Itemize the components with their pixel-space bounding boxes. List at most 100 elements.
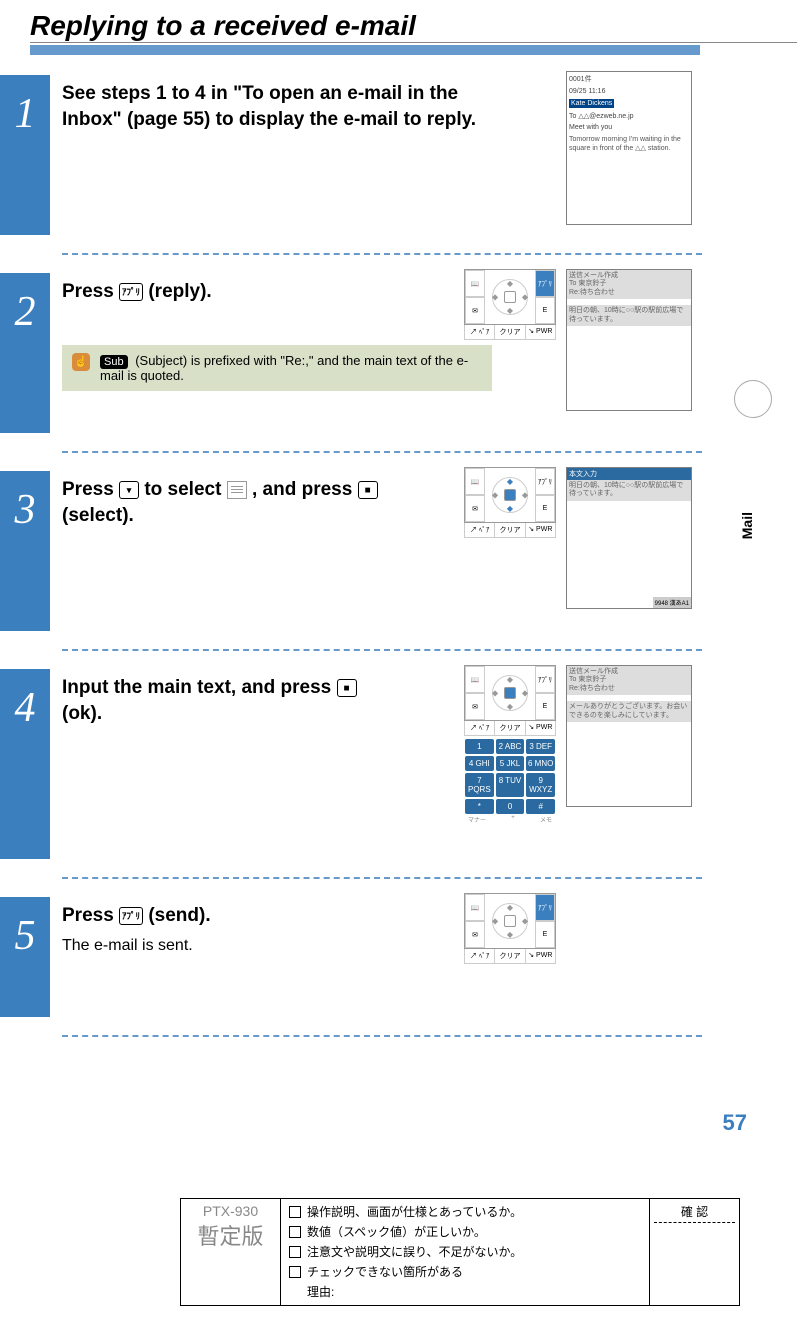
mail-icon: ✉	[465, 297, 485, 324]
side-tab: Mail	[737, 500, 757, 551]
ss3-status: 9948 漢あA1	[653, 597, 691, 608]
step-4: 4 Input the main text, and press (ok). 📖…	[0, 669, 797, 859]
ss2-subject: Re:待ち合わせ	[569, 289, 689, 297]
footer-box: PTX-930 暫定版 操作説明、画面が仕様とあっているか。 数値（スペック値）…	[180, 1198, 740, 1306]
mail-icon: ✉	[465, 921, 485, 948]
dpad-icon: ◆◆ ◆◆	[492, 477, 528, 513]
key-8: 8 TUV	[495, 772, 526, 798]
step-4-post: (ok).	[62, 703, 102, 724]
book-icon: 📖	[465, 894, 485, 921]
page-title: Replying to a received e-mail	[30, 10, 797, 43]
pair-key: ↗ ﾍﾟｱ	[465, 949, 495, 963]
dpad-icon: ◆◆ ◆◆	[492, 279, 528, 315]
ss1-body: Tomorrow morning I'm waiting in the squa…	[567, 133, 691, 155]
step-2-pre: Press	[62, 281, 119, 302]
ss4-subject: Re:待ち合わせ	[569, 685, 689, 693]
ss4-to: To 東京鈴子	[569, 676, 689, 684]
ss3-body: 明日の朝、10時に○○駅の駅前広場で待っています。	[567, 480, 691, 501]
note-text: (Subject) is prefixed with "Re:," and th…	[100, 353, 468, 383]
step-5: 5 Press ｱﾌﾟﾘ (send). The e-mail is sent.…	[0, 897, 797, 1017]
footer-check-1: 操作説明、画面が仕様とあっているか。	[289, 1203, 641, 1221]
step-number: 1	[0, 75, 50, 235]
footer-model: PTX-930	[185, 1203, 276, 1219]
step-2-text: Press ｱﾌﾟﾘ (reply).	[62, 279, 492, 305]
key-hash: #	[525, 798, 556, 815]
pwr-key: ↘ PWR	[526, 523, 555, 537]
step-3-post: (select).	[62, 505, 134, 526]
ss1-from: Kate Dickens	[569, 99, 614, 108]
app-key-highlight: ｱﾌﾟﾘ	[535, 270, 555, 297]
ss1-header1: 0001件	[567, 72, 691, 86]
key-4: 4 GHI	[464, 755, 495, 772]
clear-key: クリア	[495, 949, 525, 963]
e-key: E	[535, 921, 555, 948]
numpad: 1 2 ABC 3 DEF 4 GHI 5 JKL 6 MNO 7 PQRS 8…	[464, 738, 556, 824]
key-3: 3 DEF	[525, 738, 556, 755]
footer-check-2: 数値（スペック値）が正しいか。	[289, 1223, 641, 1241]
step-3-mid1: to select	[144, 479, 226, 500]
screenshot-2: 送信メール作成 To 東京鈴子 Re:待ち合わせ 明日の朝、10時に○○駅の駅前…	[566, 269, 692, 411]
footer-check-3: 注意文や説明文に誤り、不足がないか。	[289, 1243, 641, 1261]
key-9: 9 WXYZ	[525, 772, 556, 798]
app-key-icon: ｱﾌﾟﾘ	[119, 907, 143, 925]
step-5-text: Press ｱﾌﾟﾘ (send).	[62, 903, 492, 929]
step-3-mid2: , and press	[252, 479, 358, 500]
pwr-key: ↘ PWR	[526, 721, 555, 735]
mail-icon: ✉	[465, 693, 485, 720]
document-icon	[227, 481, 247, 499]
key-2: 2 ABC	[495, 738, 526, 755]
divider	[62, 877, 702, 879]
pair-key: ↗ ﾍﾟｱ	[465, 721, 495, 735]
footer-confirm: 確 認	[654, 1203, 735, 1223]
step-4-pre: Input the main text, and press	[62, 677, 337, 698]
step-5-post: (send).	[148, 905, 210, 926]
book-icon: 📖	[465, 468, 485, 495]
footer-provisional: 暫定版	[185, 1219, 276, 1251]
dpad-icon: ◆◆ ◆◆	[492, 675, 528, 711]
title-underline	[30, 45, 700, 55]
memo-label: メモ	[540, 815, 552, 824]
down-key-icon: ▾	[119, 481, 139, 499]
step-1: 1 See steps 1 to 4 in "To open an e-mail…	[0, 75, 797, 235]
e-key: E	[535, 495, 555, 522]
keypad-diagram-4: 📖 ✉ ◆◆ ◆◆ ｱﾌﾟﾘ E	[464, 665, 556, 824]
page-number: 57	[723, 1110, 747, 1136]
sub-badge: Sub	[100, 355, 128, 369]
clear-key: クリア	[495, 325, 525, 339]
pwr-key: ↘ PWR	[526, 949, 555, 963]
divider	[62, 649, 702, 651]
step-number: 5	[0, 897, 50, 1017]
step-3-pre: Press	[62, 479, 119, 500]
key-star: *	[464, 798, 495, 815]
ss2-body: 明日の朝、10時に○○駅の駅前広場で待っています。	[567, 305, 691, 326]
divider	[62, 1035, 702, 1037]
ss1-header2: 09/25 11:16	[567, 86, 691, 97]
key-0: 0	[495, 798, 526, 815]
footer-check-4: チェックできない箇所がある	[289, 1263, 641, 1281]
divider	[62, 451, 702, 453]
clear-key: クリア	[495, 523, 525, 537]
app-key-highlight: ｱﾌﾟﾘ	[535, 894, 555, 921]
step-number: 4	[0, 669, 50, 859]
pwr-key: ↘ PWR	[526, 325, 555, 339]
title-area: Replying to a received e-mail	[0, 10, 797, 55]
step-number: 3	[0, 471, 50, 631]
app-key: ｱﾌﾟﾘ	[535, 468, 555, 495]
key-6: 6 MNO	[525, 755, 556, 772]
ss3-title: 本文入力	[567, 468, 691, 480]
keypad-diagram-3: 📖 ✉ ◆◆ ◆◆ ｱﾌﾟﾘ E	[464, 467, 556, 538]
step-5-pre: Press	[62, 905, 119, 926]
center-key-icon	[337, 679, 357, 697]
keypad-diagram-2: 📖 ✉ ◆◆ ◆◆ ｱﾌﾟﾘ E	[464, 269, 556, 340]
screenshot-3: 本文入力 明日の朝、10時に○○駅の駅前広場で待っています。 9948 漢あA1	[566, 467, 692, 609]
book-icon: 📖	[465, 270, 485, 297]
ss2-to: To 東京鈴子	[569, 280, 689, 288]
step-4-text: Input the main text, and press (ok).	[62, 675, 392, 726]
e-key: E	[535, 693, 555, 720]
footer-reason: 理由:	[289, 1283, 641, 1301]
screenshot-4: 送信メール作成 To 東京鈴子 Re:待ち合わせ メールありがとうございます。お…	[566, 665, 692, 807]
e-key: E	[535, 297, 555, 324]
manner-label: マナー	[468, 815, 486, 824]
ss1-to: To △△@ezweb.ne.jp	[567, 110, 691, 122]
mail-icon: ✉	[465, 495, 485, 522]
